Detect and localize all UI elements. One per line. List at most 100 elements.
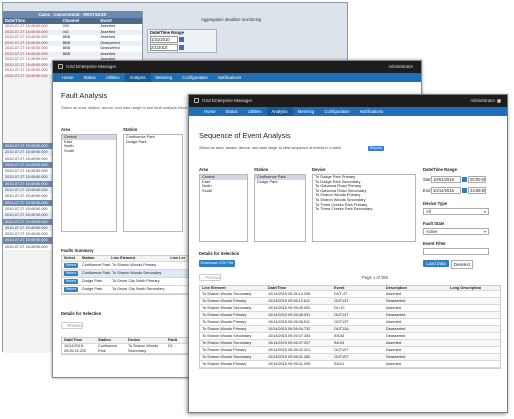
- calendar-icon[interactable]: [179, 45, 184, 50]
- table-row[interactable]: To Sharon Woods Secondary 10/14/2015 09:2…: [200, 333, 500, 341]
- list-item[interactable]: To Three Creeks Park Secondary: [313, 207, 415, 212]
- table-cell: To Grove City North Primary: [112, 279, 160, 283]
- grid-logo-icon: [58, 64, 63, 69]
- table-row[interactable]: To Sharon Woods Primary 10/14/2015 09:26:…: [200, 298, 500, 306]
- table-row: 10/14/2015 09:26:16.220 Confluence Park To…: [62, 344, 190, 355]
- user-menu[interactable]: Administrator: [470, 98, 495, 103]
- table-cell: DUT-4T: [334, 292, 348, 297]
- table-cell: Deasserted: [386, 313, 406, 318]
- select-button[interactable]: Select: [64, 279, 78, 284]
- table-row[interactable]: To Sharon Woods Primary 10/14/2015 09:26:…: [200, 347, 500, 355]
- station-list[interactable]: Confluence Park Dodge Park: [254, 174, 306, 242]
- nav-item-utilities[interactable]: Utilities: [243, 107, 267, 116]
- table-cell: Confluence Park: [82, 263, 110, 267]
- faults-summary-table: Select Station Line Element Line Ler Select C…: [61, 255, 191, 295]
- table-cell: [448, 354, 500, 360]
- table-cell: Confluence Park: [98, 344, 118, 353]
- table-cell: [448, 340, 500, 346]
- area-list[interactable]: Central East North South: [199, 174, 248, 242]
- table-cell: 10/14/2015 09:26:14.045: [268, 292, 311, 297]
- previous-button[interactable]: ← Previous: [199, 274, 221, 281]
- end-label: End: [423, 188, 431, 193]
- previous-button[interactable]: ← Previous: [61, 322, 83, 329]
- load-data-button[interactable]: Load Data: [423, 260, 449, 267]
- legacy-end-input[interactable]: 2/1/2010: [150, 44, 178, 51]
- page-title: Fault Analysis: [61, 91, 108, 100]
- column-header: Date/Time: [268, 286, 287, 290]
- legacy-date-range-label: Date/Time Range: [150, 30, 184, 35]
- select-button[interactable]: Select: [64, 271, 78, 276]
- table-cell: Asserted: [386, 306, 401, 311]
- table-cell: 10/14/2015 09:26:06.511: [268, 320, 310, 325]
- list-item[interactable]: Dodge Park: [255, 180, 305, 185]
- start-date-input[interactable]: 10/01/2015: [431, 176, 461, 183]
- device-type-select[interactable]: All: [423, 208, 489, 215]
- table-cell: To Grove City North Secondary: [112, 287, 165, 291]
- end-time-input[interactable]: 23:59:59: [468, 187, 486, 194]
- nav-item-metering[interactable]: Metering: [293, 107, 320, 116]
- legacy-start-input[interactable]: 1/31/2010: [150, 36, 178, 43]
- table-cell: [448, 305, 500, 311]
- table-cell: To Sharon Woods Primary: [202, 299, 247, 304]
- reports-button[interactable]: Reports: [368, 146, 384, 151]
- soe-window: Grid Enterprise Manager Administrator Ho…: [188, 94, 508, 413]
- column-header: Description: [386, 286, 407, 290]
- main-nav: Home Status Utilities Analysis Metering Confi…: [189, 107, 507, 116]
- table-cell: To Sharon Woods Primary: [202, 362, 247, 367]
- area-list[interactable]: Central East North South: [61, 134, 117, 232]
- table-cell: To Sharon Woods Secondary: [202, 306, 252, 311]
- table-row[interactable]: To Sharon Woods Primary 10/14/2015 09:26:…: [200, 326, 500, 334]
- nav-item-status[interactable]: Status: [220, 107, 242, 116]
- download-csv-button[interactable]: Download CSV File: [199, 260, 235, 267]
- nav-item-analysis[interactable]: Analysis: [266, 107, 293, 116]
- table-cell: [448, 298, 500, 304]
- nav-item-configuration[interactable]: Configuration: [319, 107, 355, 116]
- calendar-icon[interactable]: [179, 37, 184, 42]
- nav-item-configuration[interactable]: Configuration: [177, 73, 213, 82]
- list-item[interactable]: South: [200, 189, 247, 194]
- nav-item-metering[interactable]: Metering: [151, 73, 178, 82]
- select-button[interactable]: Select: [64, 287, 78, 292]
- details-table: Date/Time Station Device Fault 10/14/2015 09…: [61, 337, 191, 356]
- table-row[interactable]: To Sharon Woods Secondary 10/14/2015 09:2…: [200, 340, 500, 348]
- column-header: Station: [98, 338, 111, 342]
- table-row[interactable]: To Sharon Woods Secondary 10/14/2015 09:2…: [200, 354, 500, 362]
- table-cell: 10/14/2015 09:26:02.221: [268, 348, 311, 353]
- event-filter-label: Event Filter: [423, 241, 446, 246]
- nav-item-analysis[interactable]: Analysis: [124, 73, 151, 82]
- table-cell: Asserted: [386, 341, 401, 346]
- calendar-icon[interactable]: [462, 188, 467, 193]
- user-icon[interactable]: [497, 99, 501, 103]
- faults-summary-label: Faults Summary: [61, 248, 94, 253]
- fault-state-select[interactable]: Active: [423, 228, 489, 235]
- table-row[interactable]: To Sharon Woods Secondary 10/14/2015 09:2…: [200, 305, 500, 313]
- nav-item-utilities[interactable]: Utilities: [101, 73, 125, 82]
- nav-item-notifications[interactable]: Notifications: [213, 73, 246, 82]
- deselect-button[interactable]: Deselect: [451, 260, 473, 269]
- list-item[interactable]: Dodge Park: [124, 140, 182, 145]
- table-row[interactable]: To Sharon Woods Primary 10/14/2015 09:26:…: [200, 312, 500, 320]
- device-list[interactable]: To Dodge Park Primary To Dodge Park Secon…: [312, 174, 416, 242]
- nav-item-status[interactable]: Status: [78, 73, 100, 82]
- column-header: Event: [334, 286, 345, 290]
- table-cell: To Sharon Woods Secondary: [128, 344, 159, 353]
- event-filter-input[interactable]: [423, 248, 489, 255]
- table-row[interactable]: To Sharon Woods Primary 10/14/2015 09:26:…: [200, 319, 500, 327]
- table-row[interactable]: To Sharon Woods Primary 10/14/2015 09:26:…: [200, 361, 500, 369]
- table-cell: [448, 361, 500, 367]
- end-date-input[interactable]: 10/14/2015: [431, 187, 461, 194]
- start-time-input[interactable]: 00:00:00: [468, 176, 486, 183]
- nav-item-notifications[interactable]: Notifications: [355, 107, 388, 116]
- table-row[interactable]: To Sharon Woods Secondary 10/14/2015 09:2…: [200, 291, 500, 299]
- calendar-icon[interactable]: [462, 177, 467, 182]
- fault-state-label: Fault State: [423, 221, 445, 226]
- table-cell: OUT13T: [334, 313, 349, 318]
- user-menu[interactable]: Administrator: [388, 64, 413, 69]
- select-button[interactable]: Select: [64, 263, 78, 268]
- nav-item-home[interactable]: Home: [57, 73, 78, 82]
- table-cell: To Sharon Woods Secondary: [202, 341, 252, 346]
- nav-item-home[interactable]: Home: [199, 107, 220, 116]
- list-item[interactable]: South: [62, 149, 116, 154]
- app-title: Grid Enterprise Manager: [202, 98, 253, 103]
- station-list[interactable]: Confluence Park Dodge Park: [123, 134, 183, 232]
